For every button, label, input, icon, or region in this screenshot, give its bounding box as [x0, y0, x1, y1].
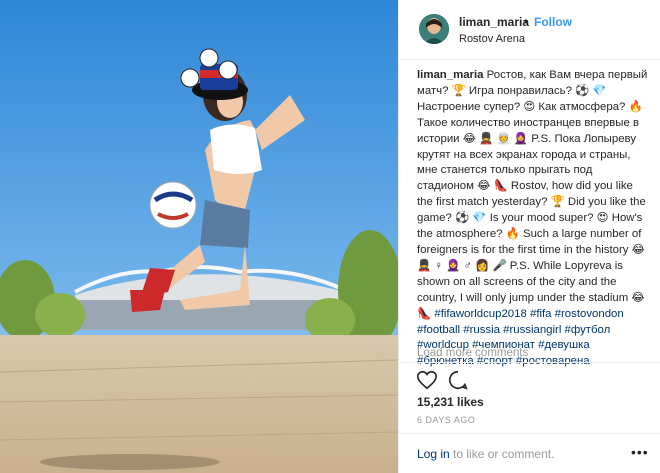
- login-link[interactable]: Log in: [417, 447, 450, 461]
- caption-text: Ростов, как Вам вчера первый матч? 🏆 Игр…: [417, 69, 648, 320]
- actions-divider: [399, 362, 660, 363]
- separator-dot: •: [524, 15, 529, 29]
- post-panel: liman_maria • Follow Rostov Arena liman_…: [398, 0, 660, 473]
- avatar[interactable]: [419, 14, 449, 44]
- caption: liman_maria Ростов, как Вам вчера первый…: [417, 68, 649, 370]
- heart-icon[interactable]: [416, 369, 438, 391]
- comment-footer: Log in to like or comment. •••: [399, 433, 660, 473]
- comment-icon[interactable]: [447, 369, 469, 391]
- login-prompt-text: to like or comment.: [449, 447, 555, 461]
- login-prompt: Log in to like or comment.: [417, 447, 554, 461]
- more-options-icon[interactable]: •••: [631, 444, 649, 460]
- photo-illustration: [0, 0, 398, 473]
- username-link[interactable]: liman_maria: [459, 15, 529, 29]
- location-link[interactable]: Rostov Arena: [459, 33, 525, 45]
- load-more-comments-button[interactable]: Load more comments: [417, 347, 528, 359]
- post-header: liman_maria • Follow Rostov Arena: [399, 0, 660, 60]
- caption-author[interactable]: liman_maria: [417, 69, 483, 81]
- post-photo[interactable]: [0, 0, 398, 473]
- likes-count[interactable]: 15,231 likes: [417, 395, 484, 409]
- follow-button[interactable]: Follow: [534, 15, 572, 29]
- post-timestamp[interactable]: 6 DAYS AGO: [417, 415, 475, 425]
